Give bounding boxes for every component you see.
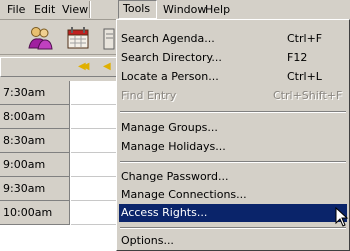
document-icon[interactable] [102, 24, 116, 52]
time-slot-label: 9:30am [0, 177, 70, 201]
menu-item-shortcut: Ctrl+Shift+F [273, 89, 343, 102]
menu-item-label: Change Password... [121, 170, 229, 183]
menu-item-label: Search Agenda... [121, 32, 215, 45]
menu-item-manage-connections[interactable]: Manage Connections... [119, 186, 347, 204]
menu-item-access-rights[interactable]: Access Rights... [119, 204, 347, 222]
people-icon[interactable] [26, 24, 54, 52]
time-slot-label: 8:00am [0, 105, 70, 129]
menu-item-manage-holidays[interactable]: Manage Holidays... [119, 138, 347, 156]
time-slot-label: 8:30am [0, 129, 70, 153]
mouse-cursor-icon [335, 207, 349, 227]
menu-item-shortcut: F12 [287, 51, 308, 64]
menu-help[interactable]: Help [201, 0, 234, 19]
menu-separator [120, 227, 346, 229]
menu-item-label: Locate a Person... [121, 70, 219, 83]
menu-file[interactable]: File [3, 0, 29, 19]
time-slot-label: 7:30am [0, 81, 70, 105]
menu-item-change-password[interactable]: Change Password... [119, 168, 347, 186]
menu-separator [89, 1, 91, 18]
menu-item-options[interactable]: Options... [119, 232, 347, 250]
menu-item-manage-groups[interactable]: Manage Groups... [119, 119, 347, 137]
previous-week-icon[interactable]: ◀◀ [78, 60, 90, 74]
previous-day-icon[interactable]: ◀ [103, 60, 110, 74]
menu-separator [120, 161, 346, 163]
menu-item-label: Find Entry [121, 89, 177, 102]
menu-edit[interactable]: Edit [30, 0, 59, 19]
menu-item-label: Manage Holidays... [121, 140, 226, 153]
menu-item-label: Manage Groups... [121, 121, 218, 134]
time-slot-label: 9:00am [0, 153, 70, 177]
menu-separator [120, 111, 346, 113]
menu-item-search-directory[interactable]: Search Directory... F12 [119, 49, 347, 67]
menu-item-label: Options... [121, 234, 174, 247]
menu-item-search-agenda[interactable]: Search Agenda... Ctrl+F [119, 30, 347, 48]
menu-item-shortcut: Ctrl+L [287, 70, 322, 83]
menu-tools[interactable]: Tools [118, 0, 157, 19]
menu-item-find-entry: Find Entry Ctrl+Shift+F [119, 87, 347, 105]
menu-item-label: Search Directory... [121, 51, 222, 64]
calendar-icon[interactable] [64, 24, 92, 52]
tools-menu: Search Agenda... Ctrl+F Search Directory… [116, 19, 350, 251]
time-slot-label: 10:00am [0, 201, 70, 225]
menu-bar: File Edit View Tools Window Help [0, 0, 350, 20]
menu-item-shortcut: Ctrl+F [287, 32, 323, 45]
menu-item-label: Manage Connections... [121, 188, 247, 201]
menu-item-locate-person[interactable]: Locate a Person... Ctrl+L [119, 68, 347, 86]
menu-view[interactable]: View [58, 0, 92, 19]
menu-item-label: Access Rights... [121, 206, 208, 219]
